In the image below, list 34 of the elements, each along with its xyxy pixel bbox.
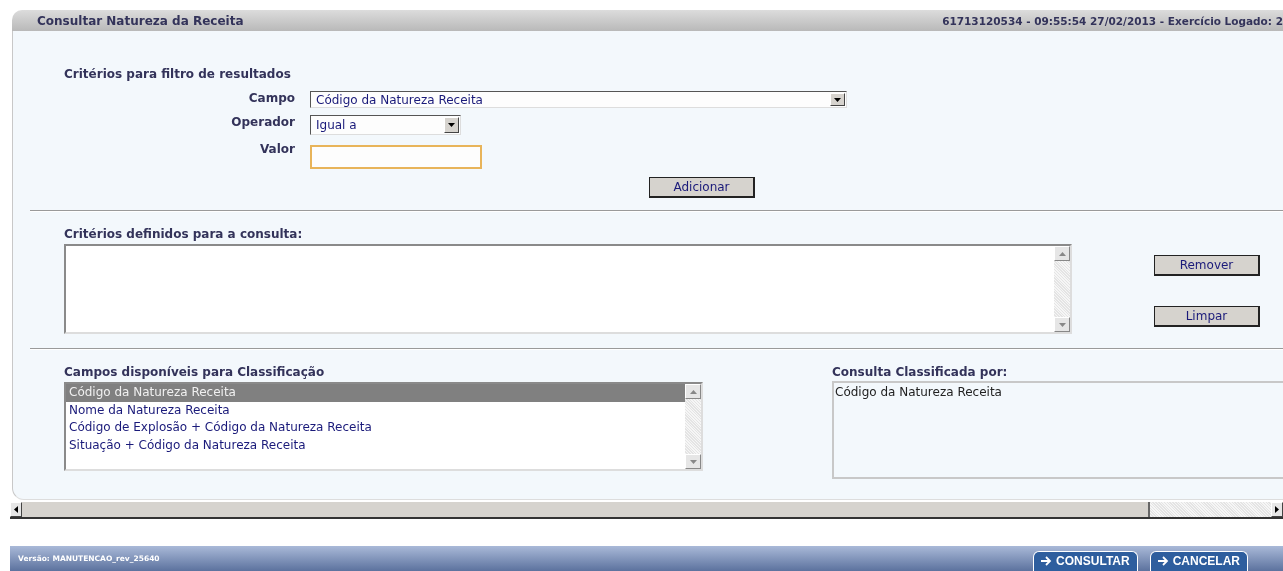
field-label: Valor <box>259 142 295 156</box>
consult-button[interactable]: CONSULTAR <box>1033 550 1138 571</box>
section-heading: Campos disponíveis para Classificação <box>64 365 326 379</box>
list-item[interactable]: Código da Natureza Receita <box>66 384 685 402</box>
section-heading: Critérios para filtro de resultados <box>64 67 292 81</box>
cancel-button[interactable]: CANCELAR <box>1149 550 1248 571</box>
remove-button[interactable]: Remover <box>1154 255 1260 276</box>
scroll-up-icon[interactable] <box>685 384 701 399</box>
dropdown-field[interactable]: Código da Natureza Receita <box>310 91 847 108</box>
horizontal-scrollbar[interactable] <box>10 502 1283 519</box>
session-info: 61713120534 - 09:55:54 27/02/2013 - Exercício Logado: 2 <box>942 14 1283 27</box>
section-heading: Critérios definidos para a consulta: <box>64 227 304 241</box>
clear-button[interactable]: Limpar <box>1154 306 1260 327</box>
sort-fields-list[interactable]: Código da Natureza Receita Nome da Natureza Receita Código de Explosão + Código da Natureza Receita Situação + Código da Natureza Receita <box>64 382 703 471</box>
arrow-icon <box>1157 556 1169 566</box>
arrow-icon <box>1041 556 1053 566</box>
list-item[interactable]: Nome da Natureza Receita <box>66 401 685 419</box>
window-title: Consultar Natureza da Receita <box>37 13 244 28</box>
scroll-down-icon[interactable] <box>1054 317 1070 332</box>
scroll-left-icon[interactable] <box>10 502 22 517</box>
input-field[interactable] <box>310 145 482 169</box>
scroll-down-icon[interactable] <box>685 454 701 469</box>
field-label: Campo <box>247 91 295 105</box>
dropdown-field[interactable]: Igual a <box>310 115 461 135</box>
add-button[interactable]: Adicionar <box>649 177 755 198</box>
scroll-up-icon[interactable] <box>1054 246 1070 261</box>
sorted-by-list[interactable]: Código da Natureza Receita <box>832 381 1283 479</box>
list-item[interactable]: Código de Explosão + Código da Natureza Receita <box>66 419 685 437</box>
scroll-right-icon[interactable] <box>1271 502 1283 517</box>
list-item[interactable]: Situação + Código da Natureza Receita <box>66 436 685 454</box>
criteria-list[interactable] <box>64 244 1072 334</box>
field-label: Operador <box>230 115 295 129</box>
section-heading: Consulta Classificada por: <box>832 365 1009 379</box>
list-item[interactable]: Código da Natureza Receita <box>835 385 1283 399</box>
